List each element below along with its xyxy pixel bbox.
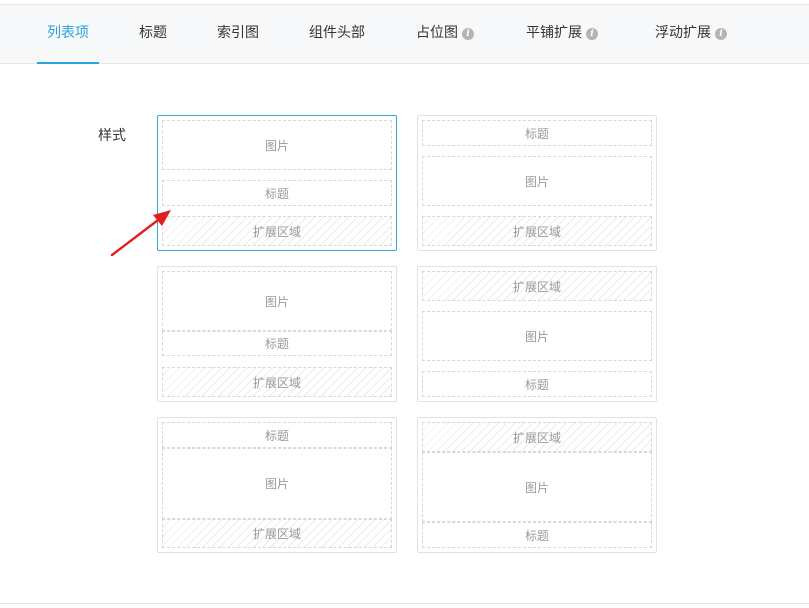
tab-bar: 列表项 标题 索引图 组件头部 占位图 i 平铺扩展 i 浮动扩展 i <box>0 4 809 64</box>
image-block: 图片 <box>422 452 652 522</box>
bottom-divider <box>0 603 809 604</box>
ext-block: 扩展区域 <box>162 367 392 397</box>
ext-block: 扩展区域 <box>422 271 652 301</box>
title-block: 标题 <box>162 422 392 448</box>
ext-block: 扩展区域 <box>422 216 652 246</box>
ext-block: 扩展区域 <box>162 216 392 246</box>
style-option-title-image-ext[interactable]: 标题 图片 扩展区域 <box>417 115 657 251</box>
title-block: 标题 <box>422 120 652 146</box>
info-icon[interactable]: i <box>462 28 474 40</box>
tab-title[interactable]: 标题 <box>130 5 176 64</box>
annotation-arrow-icon <box>110 210 171 257</box>
title-block: 标题 <box>422 371 652 397</box>
ext-block: 扩展区域 <box>422 422 652 452</box>
style-option-ext-image-title-tall[interactable]: 扩展区域 图片 标题 <box>417 417 657 553</box>
tab-index-image[interactable]: 索引图 <box>208 5 268 64</box>
style-label: 样式 <box>98 128 126 144</box>
image-block: 图片 <box>422 311 652 361</box>
tab-label: 平铺扩展 <box>526 25 582 41</box>
image-block: 图片 <box>422 156 652 206</box>
style-option-ext-image-title[interactable]: 扩展区域 图片 标题 <box>417 266 657 402</box>
title-block: 标题 <box>422 522 652 548</box>
tab-label: 浮动扩展 <box>655 25 711 41</box>
info-icon[interactable]: i <box>586 28 598 40</box>
tab-label: 列表项 <box>47 25 89 41</box>
image-block: 图片 <box>162 448 392 519</box>
image-block: 图片 <box>162 120 392 170</box>
style-option-image-title-ext-alt[interactable]: 图片 标题 扩展区域 <box>157 266 397 402</box>
tab-label: 组件头部 <box>309 25 365 41</box>
tab-component-header[interactable]: 组件头部 <box>300 5 374 64</box>
tab-float-extension[interactable]: 浮动扩展 i <box>645 5 737 64</box>
image-block: 图片 <box>162 271 392 331</box>
tab-placeholder[interactable]: 占位图 i <box>408 5 482 64</box>
tab-label: 标题 <box>139 25 167 41</box>
title-block: 标题 <box>162 331 392 356</box>
style-option-image-title-ext[interactable]: 图片 标题 扩展区域 <box>157 115 397 251</box>
tab-list-item[interactable]: 列表项 <box>37 5 99 64</box>
title-block: 标题 <box>162 180 392 206</box>
tab-label: 索引图 <box>217 25 259 41</box>
style-option-title-image-ext-tall[interactable]: 标题 图片 扩展区域 <box>157 417 397 553</box>
tab-label: 占位图 <box>416 25 458 41</box>
tab-tile-extension[interactable]: 平铺扩展 i <box>518 5 606 64</box>
ext-block: 扩展区域 <box>162 519 392 548</box>
info-icon[interactable]: i <box>715 28 727 40</box>
